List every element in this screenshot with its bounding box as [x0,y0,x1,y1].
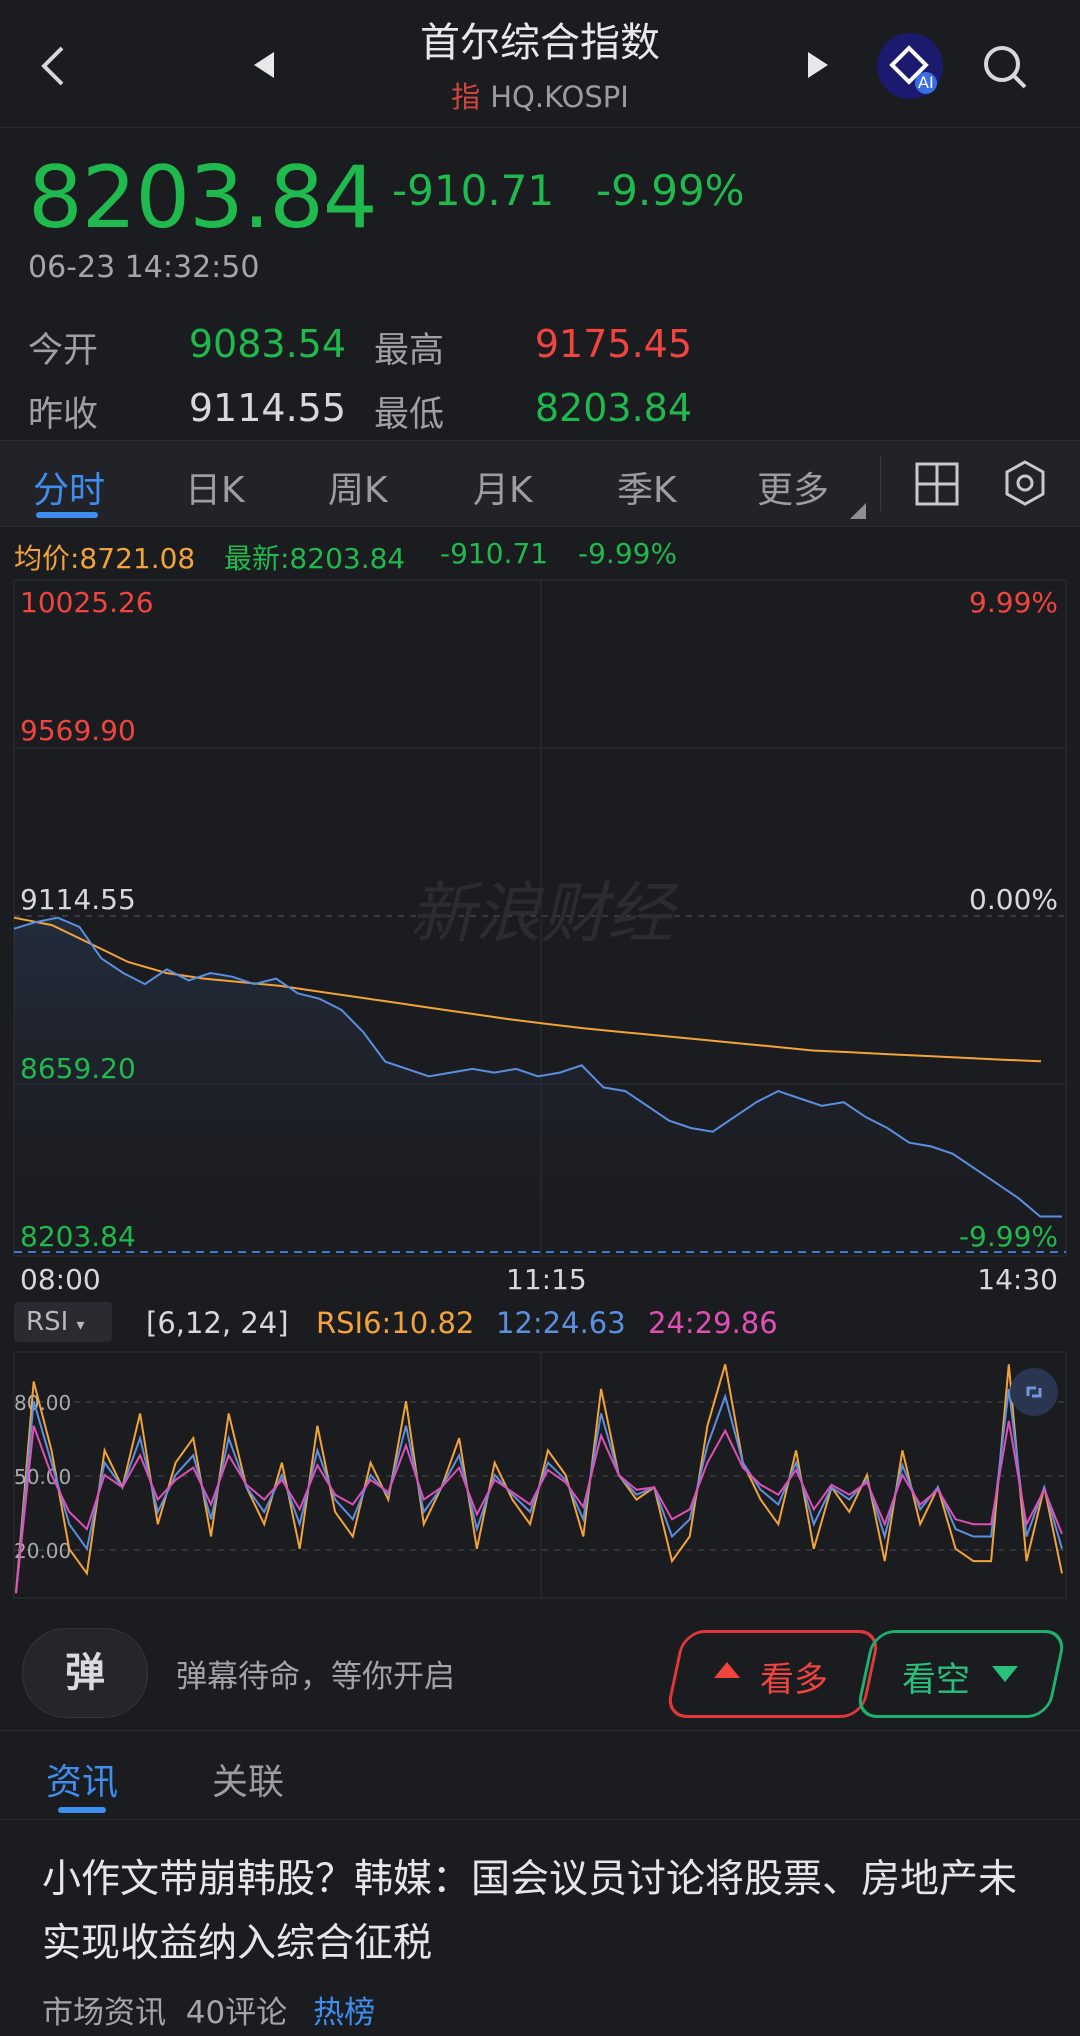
tab-active-indicator [36,512,98,518]
low-label: 最低 [374,395,445,435]
ai-assistant-button[interactable]: AI [877,33,943,99]
y-label-bottom: 8203.84 [20,1220,136,1253]
rsi-level-80: 80.00 [14,1391,71,1415]
indicator-select[interactable]: RSI ▾ [14,1302,112,1342]
news-tabs: 资讯 关联 [0,1730,1080,1820]
price-change-pct: -9.99% [596,166,745,215]
open-value: 9083.54 [188,322,346,366]
low-value: 8203.84 [534,386,692,430]
danmaku-icon: 弹 [65,1650,105,1696]
expand-chart-button[interactable] [1010,1368,1058,1416]
rsi12-value: 12:24.63 [496,1306,626,1340]
rsi-chart[interactable]: 80.00 50.00 20.00 [0,1350,1080,1600]
news-headline[interactable]: 小作文带崩韩股？韩媒：国会议员讨论将股票、房地产未实现收益纳入综合征税 [42,1848,1042,1976]
rsi24-value: 24:29.86 [648,1306,778,1340]
tab-monthly-k[interactable]: 月K [473,461,533,513]
next-index-icon[interactable] [806,50,832,84]
tab-daily-k[interactable]: 日K [185,461,245,513]
more-dropdown-icon [850,503,866,519]
quote-time: 06-23 14:32:50 [28,250,260,285]
bearish-label: 看空 [902,1660,970,1700]
y-right-mid: 0.00% [969,883,1058,916]
period-tabs: 分时 日K 周K 月K 季K 更多 [0,440,1080,527]
news-comments[interactable]: 40评论 [186,1995,287,2031]
y-right-top: 9.99% [969,586,1058,619]
tab-weekly-k[interactable]: 周K [328,461,388,513]
expand-icon [1026,1386,1042,1398]
price-area [14,917,1062,1252]
tab-quarterly-k[interactable]: 季K [617,461,677,513]
news-meta: 市场资讯 40评论 热榜 [42,1987,375,2032]
y-label-lower: 8659.20 [20,1052,136,1085]
intraday-chart[interactable]: 新浪财经 [0,576,1080,1260]
rsi-series [15,1364,1063,1594]
chevron-down-icon: ▾ [76,1315,85,1334]
y-label-upper: 9569.90 [20,714,136,747]
arrow-up-icon [714,1662,740,1678]
current-price: 8203.84 [28,148,378,248]
news-tab-indicator [58,1807,106,1813]
tab-more[interactable]: 更多 [757,461,829,513]
rsi-params: [6,12, 24] [146,1306,289,1340]
latest-price: 最新:8203.84 [224,542,406,575]
x-label-mid: 11:15 [506,1263,587,1296]
rsi-level-50: 50.00 [14,1465,71,1489]
indicator-select-label: RSI [26,1307,69,1337]
tab-divider [880,455,881,511]
y-label-mid: 9114.55 [20,883,136,916]
rsi-level-20: 20.00 [14,1539,71,1563]
rsi-line-24 [15,1420,1063,1594]
price-change: -910.71 [392,166,555,215]
x-label-start: 08:00 [20,1263,101,1296]
danmaku-hint: 弹幕待命，等你开启 [176,1659,455,1695]
rsi6-value: RSI6:10.82 [316,1306,475,1340]
x-label-end: 14:30 [977,1263,1058,1296]
arrow-down-icon [992,1666,1018,1682]
y-right-bottom: -9.99% [958,1220,1058,1253]
settings-icon[interactable] [1002,459,1048,511]
y-label-top: 10025.26 [20,586,154,619]
tab-news[interactable]: 资讯 [46,1753,118,1805]
news-source: 市场资讯 [42,1995,166,2031]
open-label: 今开 [28,331,99,371]
news-hot-tag[interactable]: 热榜 [313,1995,375,2031]
index-code-text: HQ.KOSPI [490,80,629,114]
latest-change-pct: -9.99% [578,537,678,570]
high-label: 最高 [374,331,445,371]
bullish-label: 看多 [760,1660,828,1700]
tab-related[interactable]: 关联 [212,1753,284,1805]
index-tag: 指 [451,80,481,114]
tab-intraday[interactable]: 分时 [33,461,105,513]
layout-grid-icon[interactable] [914,461,960,511]
search-icon[interactable] [982,44,1028,94]
ai-badge: AI [918,73,934,92]
watermark: 新浪财经 [409,875,679,952]
avg-price: 均价:8721.08 [14,542,196,575]
high-value: 9175.45 [534,322,692,366]
prev-close-label: 昨收 [28,395,99,435]
danmaku-button[interactable]: 弹 [22,1628,148,1718]
latest-change: -910.71 [440,537,549,570]
prev-close-value: 9114.55 [188,386,346,430]
